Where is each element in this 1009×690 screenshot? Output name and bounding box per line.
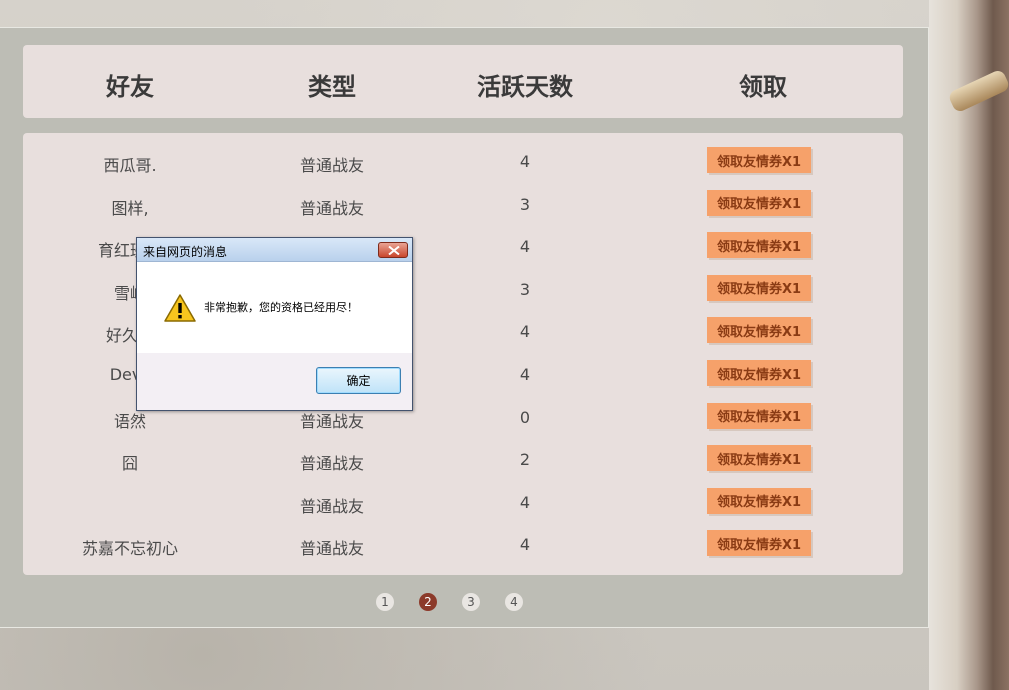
- dialog-footer: 确定: [137, 353, 412, 410]
- friend-name: 图样,: [111, 198, 149, 218]
- active-days: 4: [519, 492, 531, 512]
- dialog-title-bar: 来自网页的消息: [137, 238, 412, 262]
- page-4-button[interactable]: 4: [505, 593, 523, 611]
- claim-coupon-button[interactable]: 领取友情券X1: [707, 232, 811, 259]
- active-days: 2: [519, 450, 531, 470]
- active-days: 3: [519, 279, 531, 299]
- active-days: 4: [519, 322, 531, 342]
- decorative-border: [929, 0, 1009, 690]
- active-days: 4: [519, 365, 531, 384]
- claim-coupon-button[interactable]: 领取友情券X1: [707, 147, 811, 173]
- claim-coupon-button[interactable]: 领取友情券X1: [707, 360, 811, 386]
- dialog-title: 来自网页的消息: [143, 245, 228, 259]
- page-3-button[interactable]: 3: [462, 593, 480, 611]
- header-claim: 领取: [739, 73, 787, 101]
- pagination: 1 2 3 4: [0, 593, 929, 613]
- dialog-body: 非常抱歉，您的资格已经用尽！: [137, 263, 412, 353]
- active-days: 4: [519, 237, 531, 257]
- friend-type: 普通战友: [299, 156, 365, 175]
- claim-coupon-button[interactable]: 领取友情券X1: [707, 487, 811, 514]
- claim-coupon-button[interactable]: 领取友情券X1: [707, 317, 811, 344]
- decorative-rod: [947, 68, 1009, 114]
- table-row: 苏嘉不忘初心 普通战友 4 领取友情券X1: [23, 530, 903, 560]
- ok-button[interactable]: 确定: [316, 367, 401, 394]
- warning-icon: [164, 294, 196, 322]
- message-dialog: 来自网页的消息 非常抱歉，您的资格已经用尽！ 确定: [136, 237, 413, 411]
- active-days: 4: [519, 535, 531, 555]
- friend-type: 普通战友: [299, 539, 365, 559]
- table-row: 囧 普通战友 2 领取友情券X1: [23, 445, 903, 475]
- table-row: 图样, 普通战友 3 领取友情券X1: [23, 189, 903, 220]
- dialog-close-button[interactable]: [378, 242, 408, 258]
- dialog-message: 非常抱歉，您的资格已经用尽！: [204, 301, 358, 314]
- page-2-button[interactable]: 2: [419, 593, 437, 611]
- header-type: 类型: [308, 73, 356, 101]
- claim-coupon-button[interactable]: 领取友情券X1: [707, 530, 811, 557]
- friend-type: 普通战友: [299, 411, 365, 431]
- claim-coupon-button[interactable]: 领取友情券X1: [707, 402, 811, 429]
- header-active-days: 活跃天数: [477, 73, 573, 101]
- active-days: 0: [519, 407, 531, 427]
- friend-name: 西瓜哥.: [103, 156, 157, 175]
- friend-name: 语然: [113, 411, 147, 431]
- friend-type: 普通战友: [299, 198, 365, 218]
- active-days: 4: [519, 152, 531, 171]
- active-days: 3: [519, 194, 531, 214]
- claim-coupon-button[interactable]: 领取友情券X1: [707, 189, 811, 216]
- table-row: 西瓜哥. 普通战友 4 领取友情券X1: [23, 147, 903, 177]
- friend-name: 囧: [121, 454, 139, 474]
- close-icon: [388, 246, 400, 255]
- header-friend: 好友: [106, 73, 154, 101]
- friend-type: 普通战友: [299, 496, 365, 516]
- friend-name: 苏嘉不忘初心: [81, 539, 179, 559]
- claim-coupon-button[interactable]: 领取友情券X1: [707, 445, 811, 472]
- claim-coupon-button[interactable]: 领取友情券X1: [707, 274, 811, 301]
- friend-type: 普通战友: [299, 454, 365, 474]
- table-row: 普通战友 4 领取友情券X1: [23, 487, 903, 518]
- table-header: 好友 类型 活跃天数 领取: [23, 45, 903, 118]
- page-1-button[interactable]: 1: [376, 593, 394, 611]
